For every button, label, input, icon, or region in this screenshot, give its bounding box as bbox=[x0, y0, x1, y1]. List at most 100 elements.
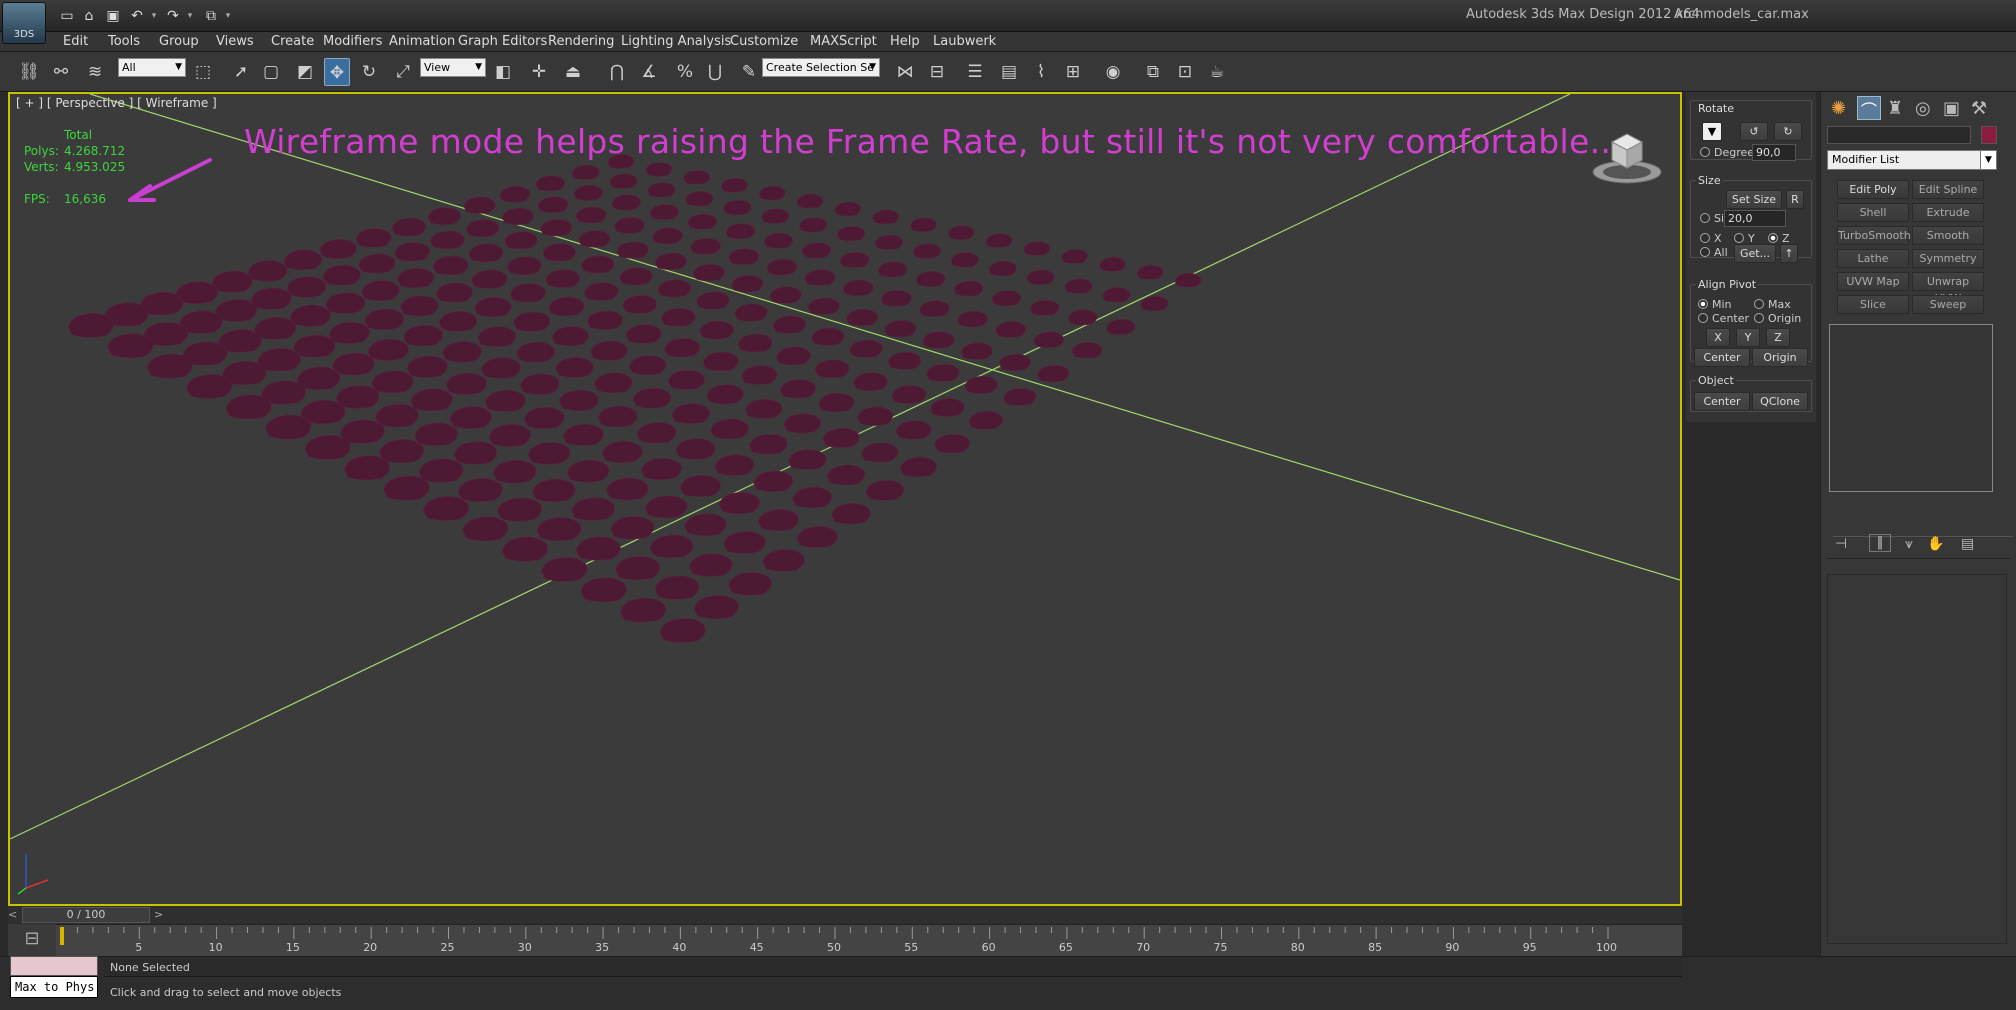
modify-tab-icon[interactable]: ⌒ bbox=[1857, 96, 1881, 120]
schematic-view-icon[interactable]: ⊞ bbox=[1060, 58, 1086, 86]
sweep-button[interactable]: Sweep bbox=[1912, 295, 1984, 314]
size-input[interactable]: 20,0 bbox=[1724, 210, 1786, 227]
rectangular-selection-icon[interactable]: ▢ bbox=[258, 58, 284, 86]
reference-coordinate-select[interactable]: View ▼ bbox=[420, 58, 486, 77]
size-r-button[interactable]: R bbox=[1786, 190, 1804, 209]
unlink-icon[interactable]: ⚯ bbox=[48, 58, 74, 86]
menu-group[interactable]: Group bbox=[159, 34, 199, 49]
menu-maxscript[interactable]: MAXScript bbox=[810, 34, 877, 49]
named-selection-set-select[interactable]: Create Selection Se ▼ bbox=[762, 58, 880, 77]
object-center-button[interactable]: Center bbox=[1694, 392, 1750, 411]
select-by-name-icon[interactable]: ➚ bbox=[228, 58, 254, 86]
save-file-icon[interactable]: ▣ bbox=[102, 6, 124, 26]
pivot-z-button[interactable]: Z bbox=[1766, 328, 1790, 347]
link-icon[interactable]: ⛓ bbox=[16, 58, 42, 86]
pivot-origin-radio[interactable]: Origin bbox=[1754, 312, 1801, 325]
open-file-icon[interactable]: ⌂ bbox=[78, 6, 100, 26]
size-x-radio[interactable]: X bbox=[1700, 232, 1722, 245]
undo-dropdown-icon[interactable]: ▾ bbox=[148, 6, 160, 26]
select-manipulate-icon[interactable]: ✛ bbox=[526, 58, 552, 86]
window-crossing-icon[interactable]: ◩ bbox=[292, 58, 318, 86]
select-and-scale-icon[interactable]: ⤢ bbox=[390, 58, 416, 86]
rendered-frame-window-icon[interactable]: ⊡ bbox=[1172, 58, 1198, 86]
bind-space-warp-icon[interactable]: ≋ bbox=[82, 58, 108, 86]
symmetry-button[interactable]: Symmetry bbox=[1912, 249, 1984, 268]
show-end-result-icon[interactable]: ‖ bbox=[1869, 534, 1891, 552]
align-icon[interactable]: ⊟ bbox=[924, 58, 950, 86]
angle-snap-icon[interactable]: ∡ bbox=[636, 58, 662, 86]
project-folder-icon[interactable]: ⧉ bbox=[200, 6, 222, 26]
layer-manager-icon[interactable]: ☰ bbox=[962, 58, 988, 86]
next-frame-icon[interactable]: > bbox=[154, 906, 168, 924]
rotate-axis-dropdown[interactable]: ▼ bbox=[1702, 122, 1722, 141]
app-logo-button[interactable]: 3DS bbox=[2, 2, 46, 44]
object-color-swatch[interactable] bbox=[1981, 126, 1997, 144]
snaps-toggle-icon[interactable]: ⋂ bbox=[604, 58, 630, 86]
prev-frame-icon[interactable]: < bbox=[8, 906, 22, 924]
smooth-button[interactable]: Smooth bbox=[1912, 226, 1984, 245]
menu-animation[interactable]: Animation bbox=[389, 34, 455, 49]
up-arrow-icon[interactable]: ↑ bbox=[1780, 244, 1798, 263]
track-bar[interactable]: 0510152025303540455055606570758085909510… bbox=[56, 924, 1682, 956]
curve-editor-icon[interactable]: ⌇ bbox=[1028, 58, 1054, 86]
modifier-stack[interactable] bbox=[1829, 324, 1993, 492]
set-size-button[interactable]: Set Size bbox=[1726, 190, 1782, 209]
unwrap-uvw-button[interactable]: Unwrap UVW bbox=[1912, 272, 1984, 305]
remove-modifier-icon[interactable]: ✋ bbox=[1927, 536, 1944, 552]
menu-modifiers[interactable]: Modifiers bbox=[323, 34, 382, 49]
menu-rendering[interactable]: Rendering bbox=[548, 34, 614, 49]
shell-button[interactable]: Shell bbox=[1837, 203, 1909, 222]
modifier-list-select[interactable]: Modifier List ▼ bbox=[1827, 150, 1997, 170]
maxscript-mini-listener[interactable] bbox=[10, 956, 98, 976]
create-tab-icon[interactable]: ✺ bbox=[1831, 98, 1846, 119]
pivot-center-button[interactable]: Center bbox=[1694, 348, 1750, 367]
rotate-ccw-button[interactable]: ↺ bbox=[1740, 122, 1768, 141]
menu-lighting-analysis[interactable]: Lighting Analysis bbox=[621, 34, 731, 49]
pivot-center-icon[interactable]: ◧ bbox=[490, 58, 516, 86]
size-all-radio[interactable]: All bbox=[1700, 246, 1728, 259]
pin-stack-icon[interactable]: ⊣ bbox=[1835, 536, 1847, 552]
menu-help[interactable]: Help bbox=[890, 34, 920, 49]
selection-filter-select[interactable]: All ▼ bbox=[118, 58, 186, 77]
edit-spline-button[interactable]: Edit Spline bbox=[1912, 180, 1984, 199]
make-unique-icon[interactable]: ⩛ bbox=[1905, 536, 1913, 552]
select-and-rotate-icon[interactable]: ↻ bbox=[356, 58, 382, 86]
viewcube-icon[interactable] bbox=[1590, 126, 1664, 186]
turbosmooth-button[interactable]: TurboSmooth bbox=[1837, 226, 1911, 245]
percent-snap-icon[interactable]: % bbox=[672, 58, 698, 86]
pivot-max-radio[interactable]: Max bbox=[1754, 298, 1791, 311]
menu-laubwerk[interactable]: Laubwerk bbox=[933, 34, 996, 49]
degrees-input[interactable]: 90,0 bbox=[1752, 144, 1796, 161]
new-file-icon[interactable]: ▭ bbox=[56, 6, 78, 26]
redo-dropdown-icon[interactable]: ▾ bbox=[184, 6, 196, 26]
pivot-min-radio[interactable]: Min bbox=[1698, 298, 1732, 311]
time-slider[interactable]: < 0 / 100 > bbox=[8, 906, 1682, 924]
perspective-viewport[interactable]: [ + ] [ Perspective ] [ Wireframe ] Tota… bbox=[8, 92, 1682, 906]
hierarchy-tab-icon[interactable]: ♜ bbox=[1887, 98, 1903, 119]
select-object-icon[interactable]: ⬚ bbox=[190, 58, 216, 86]
lathe-button[interactable]: Lathe bbox=[1837, 249, 1909, 268]
slice-button[interactable]: Slice bbox=[1837, 295, 1909, 314]
menu-tools[interactable]: Tools bbox=[108, 34, 140, 49]
menu-graph-editors[interactable]: Graph Editors bbox=[458, 34, 547, 49]
maxscript-listener-input[interactable]: Max to Phys bbox=[10, 976, 98, 998]
viewport-label[interactable]: [ + ] [ Perspective ] [ Wireframe ] bbox=[16, 96, 217, 110]
menu-create[interactable]: Create bbox=[271, 34, 314, 49]
select-and-move-icon[interactable]: ✥ bbox=[324, 58, 350, 86]
pivot-y-button[interactable]: Y bbox=[1736, 328, 1760, 347]
spinner-snap-icon[interactable]: ⋃ bbox=[702, 58, 728, 86]
get-button[interactable]: Get... bbox=[1734, 244, 1776, 263]
menu-customize[interactable]: Customize bbox=[730, 34, 798, 49]
time-slider-thumb[interactable]: 0 / 100 bbox=[22, 907, 150, 923]
material-editor-icon[interactable]: ◉ bbox=[1100, 58, 1126, 86]
project-dropdown-icon[interactable]: ▾ bbox=[222, 6, 234, 26]
redo-icon[interactable]: ↷ bbox=[162, 6, 184, 26]
undo-icon[interactable]: ↶ bbox=[126, 6, 148, 26]
pivot-x-button[interactable]: X bbox=[1706, 328, 1730, 347]
object-name-field[interactable] bbox=[1827, 126, 1971, 144]
pivot-origin-button[interactable]: Origin bbox=[1752, 348, 1808, 367]
extrude-button[interactable]: Extrude bbox=[1912, 203, 1984, 222]
utilities-tab-icon[interactable]: ⚒ bbox=[1971, 98, 1987, 119]
rotate-cw-button[interactable]: ↻ bbox=[1774, 122, 1802, 141]
graphite-toolbar-icon[interactable]: ▤ bbox=[996, 58, 1022, 86]
